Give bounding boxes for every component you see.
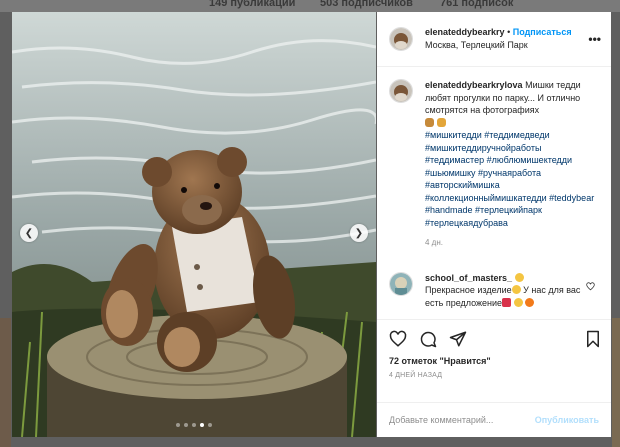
posts-count: 149 публикаций — [209, 0, 296, 9]
caption-row: elenateddybearkrylova Мишки тедди любят … — [389, 79, 599, 250]
post-photo: ❮ ❯ — [12, 12, 376, 437]
post-location[interactable]: Москва, Терлецкий Парк — [425, 39, 572, 52]
post-header: elenateddybearkry • Подписаться Москва, … — [377, 12, 611, 67]
post-author-username[interactable]: elenateddybearkry — [425, 27, 505, 37]
likes-count[interactable]: 72 отметок "Нравится" — [389, 356, 599, 366]
add-comment-bar: Добавьте комментарий... Опубликовать — [377, 402, 611, 437]
comment-text-1: Прекрасное изделие — [425, 285, 512, 295]
caption-time[interactable]: 4 дн. — [425, 237, 599, 250]
bear-emoji-icon — [436, 117, 446, 127]
caption-emojis — [425, 117, 599, 130]
caption-username[interactable]: elenateddybearkrylova — [425, 80, 523, 90]
profile-stats-background: 149 публикаций 503 подписчиков 761 подпи… — [0, 0, 620, 12]
bookmark-icon[interactable] — [585, 330, 601, 353]
heart-emoji-icon — [502, 297, 512, 307]
heart-icon[interactable] — [389, 330, 407, 348]
add-comment-input[interactable]: Добавьте комментарий... — [389, 415, 493, 425]
share-icon[interactable] — [449, 330, 467, 348]
post-caption: elenateddybearkrylova Мишки тедди любят … — [425, 79, 599, 250]
post-actions: 72 отметок "Нравится" 4 ДНЕЙ НАЗАД — [377, 319, 611, 402]
fire-emoji-icon — [525, 297, 535, 307]
carousel-dot — [192, 423, 196, 427]
posted-time[interactable]: 4 ДНЕЙ НАЗАД — [389, 372, 599, 379]
comment-like-heart-icon[interactable] — [586, 278, 595, 296]
background-thumbnail — [0, 318, 11, 447]
smile-emoji-icon — [511, 285, 521, 294]
carousel-dot — [184, 423, 188, 427]
comment-icon[interactable] — [419, 330, 437, 348]
publish-button[interactable]: Опубликовать — [535, 415, 599, 425]
avatar[interactable] — [389, 271, 413, 296]
previous-photo-button[interactable]: ❮ — [20, 224, 38, 242]
follow-separator: • — [507, 27, 511, 37]
carousel-dot — [200, 423, 204, 427]
avatar[interactable] — [389, 27, 413, 51]
avatar[interactable] — [389, 79, 413, 103]
carousel-dot — [208, 423, 212, 427]
comment-body: school_of_masters_ Прекрасное изделие У … — [425, 272, 585, 310]
chevron-left-icon: ❮ — [24, 227, 34, 239]
follow-button[interactable]: Подписаться — [513, 27, 572, 37]
following-count: 761 подписок — [440, 0, 514, 9]
comments-section: elenateddybearkrylova Мишки тедди любят … — [377, 67, 611, 319]
bear-emoji-icon — [425, 117, 434, 127]
carousel-dot — [176, 423, 180, 427]
chevron-right-icon: ❯ — [354, 227, 364, 239]
smile-emoji-icon — [513, 297, 523, 307]
smile-emoji-icon — [514, 272, 524, 282]
caption-hashtags[interactable]: #мишкитедди #теддимедведи #мишкитеддируч… — [425, 129, 599, 229]
teddy-bear-photo — [12, 12, 376, 437]
next-photo-button[interactable]: ❯ — [350, 224, 368, 242]
followers-count: 503 подписчиков — [320, 0, 413, 9]
comment-item: school_of_masters_ Прекрасное изделие У … — [389, 271, 599, 310]
more-icon[interactable]: ••• — [588, 32, 601, 46]
post-side-panel: elenateddybearkry • Подписаться Москва, … — [377, 12, 611, 437]
background-thumbnail — [612, 318, 620, 447]
carousel-dots — [176, 423, 212, 427]
comment-username[interactable]: school_of_masters_ — [425, 273, 512, 283]
